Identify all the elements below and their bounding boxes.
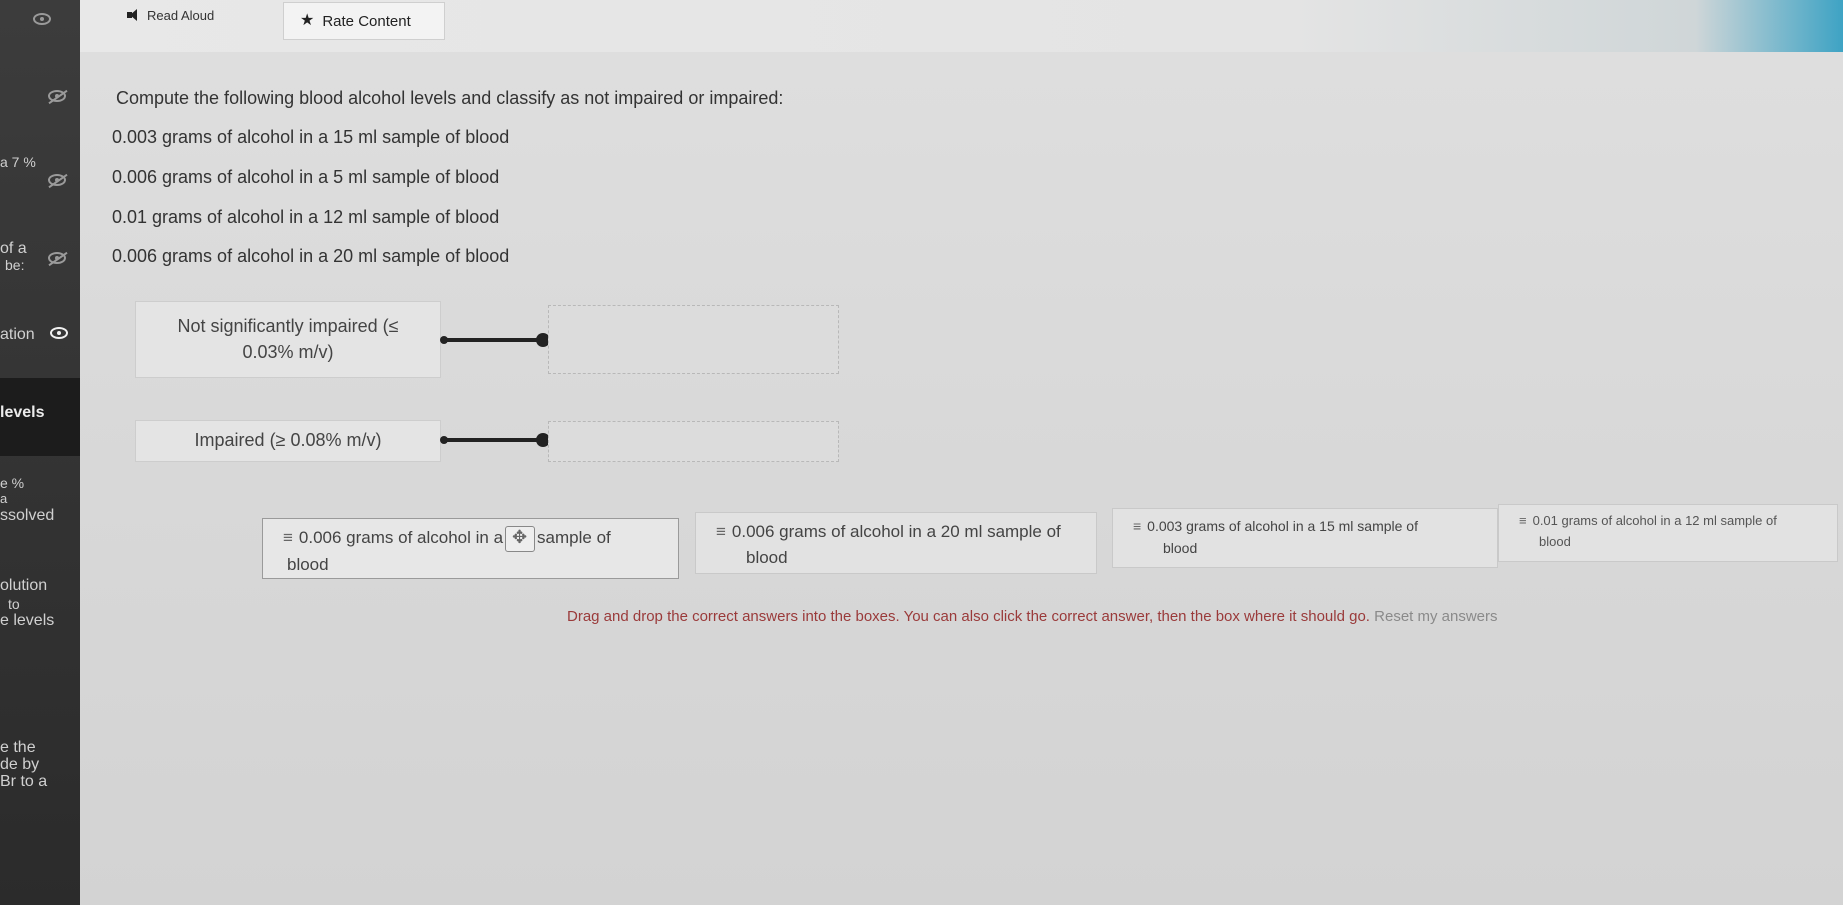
sidebar-fragment: ssolved — [0, 507, 55, 524]
category-label: 0.03% m/v) — [242, 341, 334, 362]
instructions: Drag and drop the correct answers into t… — [567, 608, 1498, 625]
rate-content-button[interactable]: ★ Rate Content — [283, 2, 445, 40]
drag-handle-icon[interactable]: ≡ — [716, 522, 726, 541]
eye-icon[interactable] — [33, 13, 51, 25]
drop-target-not-impaired[interactable] — [548, 305, 839, 374]
answer-text: sample of — [537, 528, 611, 547]
question-item: 0.003 grams of alcohol in a 15 ml sample… — [112, 127, 510, 147]
top-toolbar — [0, 0, 1843, 52]
move-icon[interactable] — [505, 525, 536, 552]
category-not-impaired: Not significantly impaired (≤ 0.03% m/v) — [135, 301, 441, 378]
instructions-text: Drag and drop the correct answers into t… — [567, 608, 1370, 625]
sidebar-fragment: of a — [0, 240, 27, 257]
sidebar-fragment: a 7 % — [0, 154, 36, 170]
answer-tile[interactable]: ≡ 0.006 grams of alcohol in a sample of bl… — [262, 518, 679, 579]
question-item: 0.006 grams of alcohol in a 5 ml sample … — [112, 167, 500, 187]
drop-target-impaired[interactable] — [548, 421, 839, 462]
answer-text: 0.006 grams of alcohol in a 20 ml sample… — [731, 522, 1061, 541]
answer-text: 0.006 grams of alcohol in a — [298, 528, 504, 547]
category-label: Impaired (≥ 0.08% m/v) — [194, 430, 382, 451]
star-icon: ★ — [300, 12, 315, 29]
answer-text: blood — [746, 548, 788, 568]
sidebar-fragment: ation — [0, 326, 35, 343]
sidebar-fragment: to — [8, 596, 20, 612]
answer-text: blood — [1539, 533, 1571, 549]
drag-handle-icon[interactable]: ≡ — [1519, 513, 1527, 528]
sidebar-fragment: e the — [0, 739, 36, 756]
sidebar-fragment: de by — [0, 756, 40, 773]
category-impaired: Impaired (≥ 0.08% m/v) — [135, 420, 441, 462]
speaker-icon — [127, 9, 141, 21]
answer-text: blood — [1163, 540, 1198, 557]
reset-answers-link[interactable]: Reset my answers — [1374, 608, 1497, 625]
sidebar-fragment: olution — [0, 577, 48, 594]
rate-content-label: Rate Content — [322, 12, 411, 30]
sidebar-fragment: levels — [0, 404, 45, 421]
eye-slash-icon[interactable] — [48, 252, 66, 264]
read-aloud-button[interactable]: Read Aloud — [127, 4, 214, 26]
eye-icon[interactable] — [50, 327, 68, 339]
question-item: 0.01 grams of alcohol in a 12 ml sample … — [112, 207, 500, 227]
question-item: 0.006 grams of alcohol in a 20 ml sample… — [112, 246, 510, 266]
answer-tile[interactable]: ≡ 0.003 grams of alcohol in a 15 ml sampl… — [1112, 508, 1498, 568]
eye-slash-icon[interactable] — [48, 174, 66, 186]
drag-handle-icon[interactable]: ≡ — [283, 528, 293, 547]
answer-text: 0.003 grams of alcohol in a 15 ml sample… — [1147, 518, 1418, 534]
answer-text: blood — [287, 554, 329, 574]
left-sidebar: a 7 % of a be: ation levels e % a ssolve… — [0, 0, 80, 905]
category-connector — [440, 333, 550, 347]
answer-tile[interactable]: ≡ 0.01 grams of alcohol in a 12 ml sample… — [1498, 504, 1838, 562]
question-prompt: Compute the following blood alcohol leve… — [116, 88, 784, 108]
eye-slash-icon[interactable] — [48, 90, 66, 102]
category-label: Not significantly impaired (≤ — [177, 316, 399, 337]
sidebar-fragment: a — [0, 491, 8, 506]
read-aloud-label: Read Aloud — [147, 7, 215, 23]
category-connector — [440, 433, 550, 447]
sidebar-fragment: be: — [5, 257, 25, 273]
drag-handle-icon[interactable]: ≡ — [1133, 518, 1141, 534]
sidebar-fragment: e levels — [0, 612, 55, 629]
sidebar-fragment: Br to a — [0, 773, 48, 790]
sidebar-fragment: e % — [0, 475, 25, 491]
answer-text: 0.01 grams of alcohol in a 12 ml sample … — [1532, 513, 1777, 528]
answer-tile[interactable]: ≡ 0.006 grams of alcohol in a 20 ml sampl… — [695, 512, 1097, 574]
